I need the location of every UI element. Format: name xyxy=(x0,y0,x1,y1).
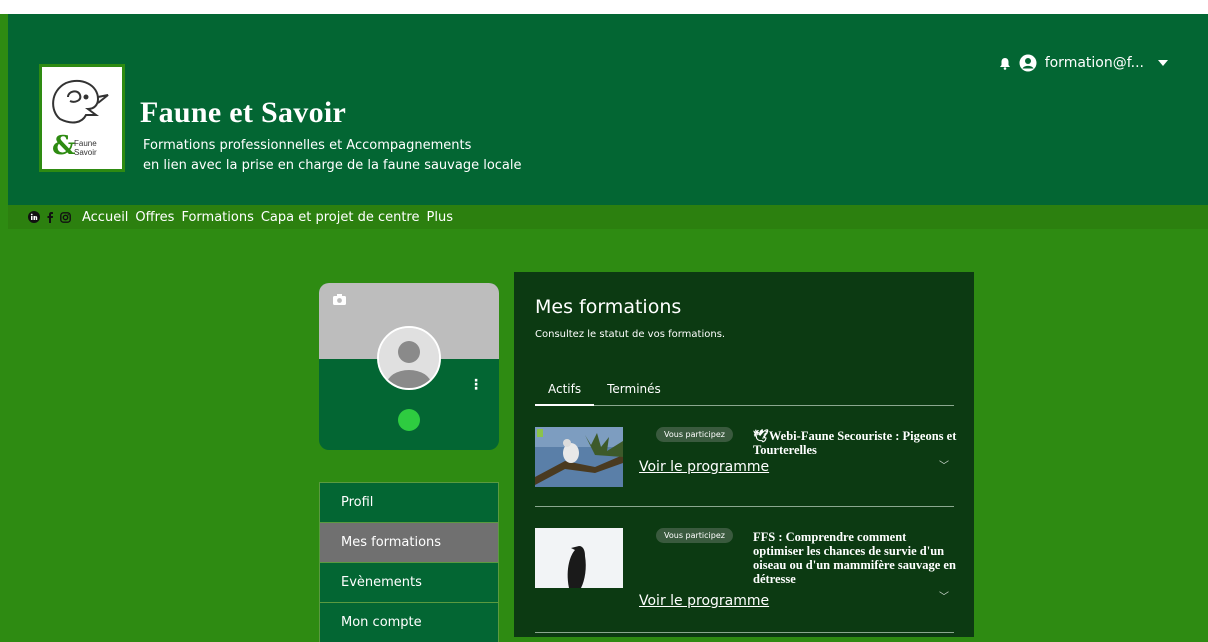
sidebar-item-mon-compte[interactable]: Mon compte xyxy=(319,602,499,642)
dove-icon: 🕊 xyxy=(753,429,769,443)
chevron-down-icon[interactable]: ﹀ xyxy=(939,457,949,472)
site-header: & Faune Savoir Faune et Savoir Formation… xyxy=(8,14,1208,205)
linkedin-icon[interactable] xyxy=(28,211,40,223)
panel-description: Consultez le statut de vos formations. xyxy=(535,329,726,340)
voir-programme-link[interactable]: Voir le programme xyxy=(639,593,769,609)
camera-icon[interactable] xyxy=(333,294,346,305)
nav-offres[interactable]: Offres xyxy=(135,210,174,225)
bell-icon[interactable] xyxy=(999,57,1011,70)
facebook-icon[interactable] xyxy=(46,211,54,223)
top-strip xyxy=(0,0,1208,14)
user-menu[interactable]: formation@f... xyxy=(999,54,1168,72)
tab-actifs[interactable]: Actifs xyxy=(535,382,595,406)
logo-text-line2: Savoir xyxy=(74,148,97,157)
crow-photo-icon xyxy=(535,528,623,588)
bird-logo-icon xyxy=(52,80,109,124)
nav-plus[interactable]: Plus xyxy=(427,210,453,225)
sidebar-item-label: Evènements xyxy=(341,575,422,590)
logo-text-line1: Faune xyxy=(74,139,97,148)
nav-formations[interactable]: Formations xyxy=(181,210,253,225)
participation-badge: Vous participez xyxy=(656,528,733,543)
subtitle-line2: en lien avec la prise en charge de la fa… xyxy=(143,158,522,173)
formations-panel: Mes formations Consultez le statut de vo… xyxy=(514,272,974,637)
tab-termines[interactable]: Terminés xyxy=(594,382,674,406)
nav-accueil[interactable]: Accueil xyxy=(82,210,128,225)
sidebar-item-label: Mes formations xyxy=(341,535,442,550)
formations-tabs: Actifs Terminés xyxy=(535,382,954,406)
account-sidebar: Profil Mes formations Evènements Mon com… xyxy=(319,482,499,642)
site-subtitle: Formations professionnelles et Accompagn… xyxy=(143,136,522,176)
page: & Faune Savoir Faune et Savoir Formation… xyxy=(0,0,1208,642)
profile-card: ⋮ xyxy=(319,283,499,450)
main-nav: Accueil Offres Formations Capa et projet… xyxy=(8,205,1208,229)
participation-badge: Vous participez xyxy=(656,427,733,442)
online-status-dot xyxy=(398,409,420,431)
course-title[interactable]: FFS : Comprendre comment optimiser les c… xyxy=(753,530,958,586)
default-avatar-icon xyxy=(379,328,439,388)
sidebar-item-label: Profil xyxy=(341,495,374,510)
course-title-text: Webi-Faune Secouriste : Pigeons et Tourt… xyxy=(753,429,957,457)
social-links xyxy=(28,211,71,223)
sidebar-item-profil[interactable]: Profil xyxy=(319,482,499,522)
course-thumbnail[interactable] xyxy=(535,427,623,487)
site-title[interactable]: Faune et Savoir xyxy=(140,96,346,130)
voir-programme-link[interactable]: Voir le programme xyxy=(639,459,769,475)
logo-ampersand: & xyxy=(52,131,76,161)
profile-avatar[interactable] xyxy=(377,326,441,390)
sidebar-item-label: Mon compte xyxy=(341,615,422,630)
sidebar-item-mes-formations[interactable]: Mes formations xyxy=(319,522,499,562)
panel-title: Mes formations xyxy=(535,296,682,318)
course-separator xyxy=(535,506,954,507)
user-avatar-icon[interactable] xyxy=(1019,54,1037,72)
pigeon-photo-icon xyxy=(535,427,623,487)
user-email[interactable]: formation@f... xyxy=(1045,55,1144,71)
logo-text: Faune Savoir xyxy=(74,139,97,157)
course-thumbnail[interactable] xyxy=(535,528,623,588)
site-logo[interactable]: & Faune Savoir xyxy=(39,64,125,172)
profile-more-icon[interactable]: ⋮ xyxy=(469,377,483,393)
chevron-down-icon[interactable]: ﹀ xyxy=(939,588,949,603)
nav-capa-projet[interactable]: Capa et projet de centre xyxy=(261,210,420,225)
course-separator xyxy=(535,632,954,633)
course-title[interactable]: 🕊Webi-Faune Secouriste : Pigeons et Tour… xyxy=(753,429,958,457)
sidebar-item-evenements[interactable]: Evènements xyxy=(319,562,499,602)
instagram-icon[interactable] xyxy=(60,211,71,223)
caret-down-icon[interactable] xyxy=(1158,60,1168,66)
subtitle-line1: Formations professionnelles et Accompagn… xyxy=(143,138,472,153)
